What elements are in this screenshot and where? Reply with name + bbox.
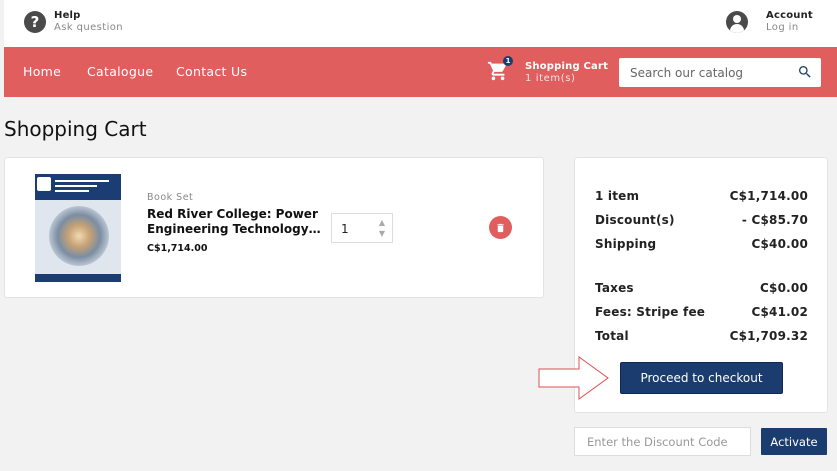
item-price: C$1,714.00 (147, 243, 208, 254)
summary-value: C$1,714.00 (729, 189, 808, 203)
order-summary: 1 item C$1,714.00 Discount(s) - C$85.70 … (574, 157, 828, 413)
summary-label: Discount(s) (595, 213, 675, 227)
cart-count-badge: 1 (503, 56, 513, 66)
trash-icon (497, 223, 504, 232)
shopping-cart-link[interactable]: 1 (487, 56, 513, 82)
activate-discount-button[interactable]: Activate (761, 428, 827, 455)
proceed-to-checkout-button[interactable]: Proceed to checkout (620, 362, 783, 394)
quantity-value[interactable]: 1 (341, 222, 349, 236)
help-subtitle: Ask question (54, 22, 124, 33)
summary-label: Fees: Stripe fee (595, 305, 706, 319)
main-navbar: Home Catalogue Contact Us 1 Shopping Car… (4, 47, 837, 97)
item-name-line-2: Engineering Technology 4th Class Book Se… (147, 222, 322, 236)
cart-title: Shopping Cart (525, 61, 609, 72)
product-image[interactable] (35, 174, 121, 282)
item-category: Book Set (147, 192, 194, 203)
help-title: Help (54, 10, 81, 21)
cart-icon: 1 (487, 56, 513, 82)
remove-item-button[interactable] (489, 216, 512, 239)
search-box (619, 58, 821, 87)
summary-label: Taxes (595, 281, 634, 295)
quantity-stepper[interactable]: 1 ▲ ▼ (331, 213, 393, 243)
summary-label: Total (595, 329, 629, 343)
item-name-line-1: Red River College: Power (147, 207, 318, 221)
nav-home[interactable]: Home (23, 64, 61, 79)
summary-value: C$40.00 (751, 237, 808, 251)
help-link[interactable]: ? Help Ask question (24, 10, 123, 34)
summary-value: C$1,709.32 (729, 329, 808, 343)
account-circle-icon (726, 11, 748, 33)
cart-item-count: 1 item(s) (525, 73, 576, 84)
help-circle-icon: ? (24, 11, 46, 33)
chevron-up-icon[interactable]: ▲ (378, 219, 386, 227)
discount-code-input[interactable] (574, 427, 751, 456)
search-icon[interactable] (797, 64, 813, 80)
summary-value: C$0.00 (760, 281, 808, 295)
summary-label: Shipping (595, 237, 657, 251)
search-input[interactable] (619, 58, 789, 87)
chevron-down-icon[interactable]: ▼ (378, 230, 386, 238)
nav-contact-us[interactable]: Contact Us (176, 64, 247, 79)
account-title: Account (766, 10, 813, 21)
cart-summary-text[interactable]: Shopping Cart 1 item(s) (525, 61, 608, 85)
page-title: Shopping Cart (4, 117, 147, 141)
account-subtitle: Log in (766, 22, 799, 33)
account-link[interactable]: Account Log in (726, 10, 813, 34)
item-name-link[interactable]: Red River College: Power Engineering Tec… (147, 207, 322, 237)
cart-item-card: Book Set Red River College: Power Engine… (4, 157, 544, 298)
summary-value: C$41.02 (751, 305, 808, 319)
summary-value: - C$85.70 (741, 213, 808, 227)
top-bar: ? Help Ask question Account Log in (4, 0, 837, 47)
arrow-right-icon (538, 356, 609, 400)
summary-label: 1 item (595, 189, 640, 203)
nav-catalogue[interactable]: Catalogue (87, 64, 153, 79)
